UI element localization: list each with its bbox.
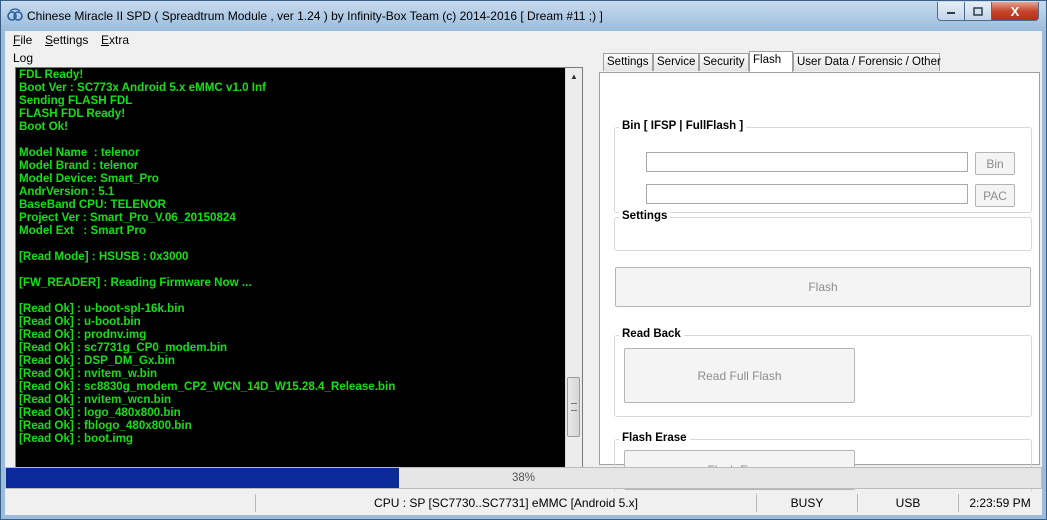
close-icon: X bbox=[1010, 3, 1020, 19]
bin-group-label: Bin [ IFSP | FullFlash ] bbox=[619, 120, 747, 132]
log-line: [Read Ok] : DSP_DM_Gx.bin bbox=[19, 354, 175, 367]
close-button[interactable]: X bbox=[991, 2, 1039, 21]
log-line: [Read Ok] : boot.img bbox=[19, 432, 134, 445]
title-bar[interactable]: Chinese Miracle II SPD ( Spreadtrum Modu… bbox=[1, 1, 1046, 31]
settings-group: Settings bbox=[614, 210, 1032, 251]
log-line: Model Ext : Smart Pro bbox=[19, 224, 146, 237]
tab-service[interactable]: Service bbox=[653, 53, 699, 71]
status-connection: USB bbox=[858, 494, 959, 512]
scroll-thumb[interactable] bbox=[567, 377, 580, 437]
bin-button[interactable]: Bin bbox=[975, 152, 1015, 175]
settings-group-label: Settings bbox=[619, 210, 671, 222]
log-line: [Read Ok] : logo_480x800.bin bbox=[19, 406, 181, 419]
bin-group: Bin [ IFSP | FullFlash ] Bin PAC bbox=[614, 120, 1032, 213]
log-scrollbar[interactable]: ▲ ▼ bbox=[565, 68, 582, 486]
log-line: [Read Ok] : nvitem_wcn.bin bbox=[19, 393, 172, 406]
app-window: Chinese Miracle II SPD ( Spreadtrum Modu… bbox=[0, 0, 1047, 520]
tab-flash[interactable]: Flash bbox=[749, 51, 793, 72]
log-line: FLASH FDL Ready! bbox=[19, 107, 126, 120]
log-line: [Read Ok] : sc7731g_CP0_modem.bin bbox=[19, 341, 228, 354]
log-line: FDL Ready! bbox=[19, 68, 84, 81]
tab-strip: Settings Service Security Flash User Dat… bbox=[600, 51, 1040, 73]
log-label: Log bbox=[13, 51, 34, 65]
log-line: [FW_READER] : Reading Firmware Now ... bbox=[19, 276, 252, 289]
log-line: Model Device: Smart_Pro bbox=[19, 172, 159, 185]
flash-erase-group-label: Flash Erase bbox=[619, 432, 690, 444]
status-bar: CPU : SP [SC7730..SC7731] eMMC [Android … bbox=[5, 492, 1042, 514]
log-line: AndrVersion : 5.1 bbox=[19, 185, 115, 198]
log-line: [Read Ok] : u-boot.bin bbox=[19, 315, 141, 328]
log-line: [Read Ok] : prodnv.img bbox=[19, 328, 147, 341]
log-line: Project Ver : Smart_Pro_V.06_20150824 bbox=[19, 211, 236, 224]
tab-user-data[interactable]: User Data / Forensic / Other bbox=[793, 53, 941, 71]
tab-settings[interactable]: Settings bbox=[603, 53, 653, 71]
log-line: Model Brand : telenor bbox=[19, 159, 139, 172]
scroll-up-arrow-icon[interactable]: ▲ bbox=[566, 68, 582, 84]
app-logo-icon bbox=[7, 8, 23, 21]
maximize-icon bbox=[973, 6, 983, 16]
maximize-button[interactable] bbox=[964, 2, 992, 21]
status-time: 2:23:59 PM bbox=[969, 496, 1031, 510]
flash-button[interactable]: Flash bbox=[615, 267, 1031, 307]
pac-path-input[interactable] bbox=[646, 184, 968, 204]
read-full-flash-button[interactable]: Read Full Flash bbox=[624, 348, 855, 403]
bin-path-input[interactable] bbox=[646, 152, 968, 172]
menu-extra[interactable]: Extra bbox=[101, 33, 129, 47]
client-area: File Settings Extra Log FDL Ready! Boot V… bbox=[5, 31, 1042, 515]
flash-tab-panel: Bin [ IFSP | FullFlash ] Bin PAC Setting… bbox=[599, 72, 1040, 495]
log-line: Boot Ver : SC773x Android 5.x eMMC v1.0 … bbox=[19, 81, 266, 94]
read-back-group: Read Back Read Full Flash bbox=[614, 328, 1032, 417]
log-text: FDL Ready! Boot Ver : SC773x Android 5.x … bbox=[19, 68, 559, 486]
menu-settings[interactable]: Settings bbox=[45, 33, 88, 47]
log-line: [Read Ok] : sc8830g_modem_CP2_WCN_14D_W1… bbox=[19, 380, 396, 393]
status-state: BUSY bbox=[757, 494, 858, 512]
tab-security[interactable]: Security bbox=[699, 53, 749, 71]
progress-text: 38% bbox=[511, 472, 536, 484]
pac-button[interactable]: PAC bbox=[975, 184, 1015, 207]
log-line: Sending FLASH FDL bbox=[19, 94, 133, 107]
log-line: Model Name : telenor bbox=[19, 146, 140, 159]
log-line: [Read Ok] : fblogo_480x800.bin bbox=[19, 419, 192, 432]
log-line: [Read Mode] : HSUSB : 0x3000 bbox=[19, 250, 189, 263]
log-line: [Read Ok] : nvitem_w.bin bbox=[19, 367, 158, 380]
progress-bar: 38% bbox=[5, 467, 1042, 489]
minimize-button[interactable] bbox=[937, 2, 965, 21]
log-line: BaseBand CPU: TELENOR bbox=[19, 198, 166, 211]
minimize-icon bbox=[947, 12, 955, 14]
log-line: [Read Ok] : u-boot-spl-16k.bin bbox=[19, 302, 185, 315]
menu-bar: File Settings Extra bbox=[5, 31, 1042, 49]
log-output[interactable]: FDL Ready! Boot Ver : SC773x Android 5.x … bbox=[15, 67, 583, 487]
menu-file[interactable]: File bbox=[13, 33, 32, 47]
status-cpu: CPU : SP [SC7730..SC7731] eMMC [Android … bbox=[256, 494, 757, 512]
grip-icon bbox=[571, 403, 577, 411]
status-empty-cell bbox=[5, 494, 256, 512]
read-back-group-label: Read Back bbox=[619, 328, 684, 340]
log-line: Boot Ok! bbox=[19, 120, 68, 133]
window-title: Chinese Miracle II SPD ( Spreadtrum Modu… bbox=[27, 9, 603, 23]
